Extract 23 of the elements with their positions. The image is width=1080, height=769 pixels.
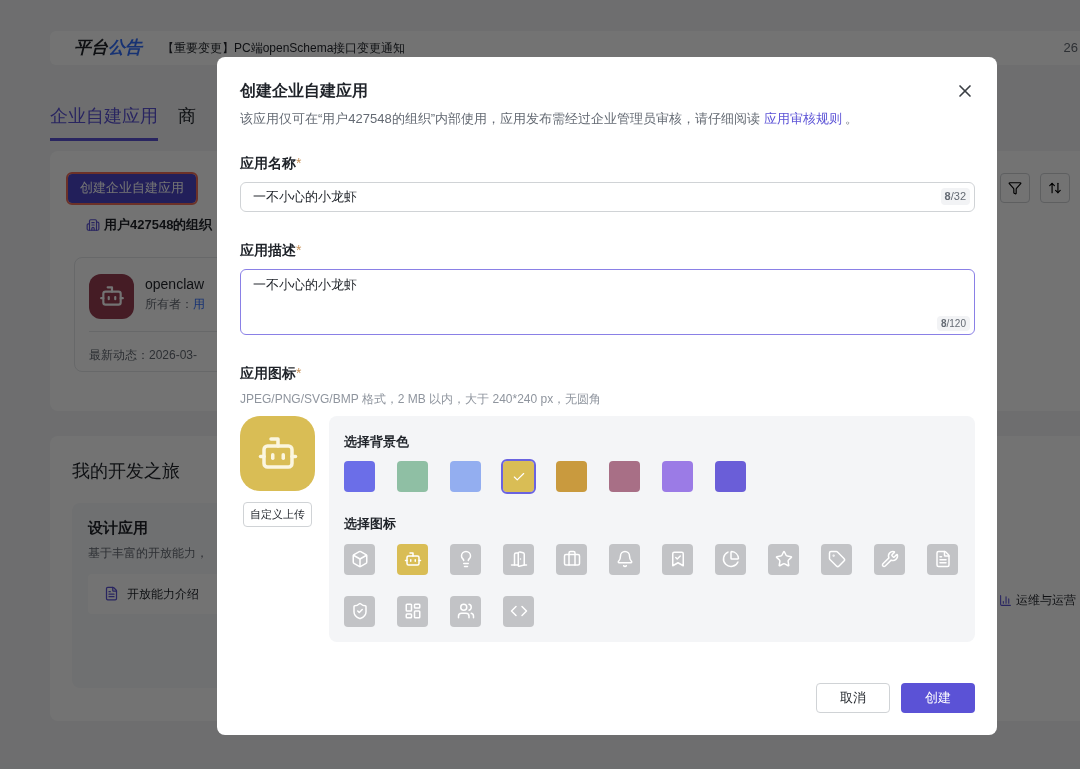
field-label: 应用图标 (240, 363, 296, 383)
input-value: 一不小心的小龙虾 (253, 275, 358, 294)
announcement-title: 平台 (74, 37, 108, 60)
dialog-title: 创建企业自建应用 (240, 81, 368, 101)
latest-activity: 最新动态：2026-03- (89, 347, 198, 362)
dialog-subtitle: 该应用仅可在“用户427548的组织”内部使用，应用发布需经过企业管理员审核，请仔细阅读 应用审核规则 。 (240, 110, 860, 128)
owner-label: 所有者： (145, 295, 193, 313)
card-title: 设计应用 (88, 518, 148, 538)
app-name: openclaw (145, 274, 205, 294)
character-counter: 8/120 (936, 315, 970, 331)
announcement-date: 26 (1063, 39, 1079, 58)
required-mark: * (296, 240, 302, 260)
input-value: 一不小心的小龙虾 (253, 187, 358, 206)
required-mark: * (296, 153, 302, 173)
journey-title: 我的开发之旅 (72, 460, 180, 483)
character-counter: 8/32 (940, 188, 970, 205)
announcement-title: 公告 (108, 37, 142, 60)
section-title: 选择背景色 (344, 432, 410, 451)
required-mark: * (296, 363, 302, 383)
section-title: 选择图标 (344, 515, 397, 533)
field-label: 应用描述 (240, 240, 296, 260)
icon-hint: JPEG/PNG/SVG/BMP 格式，2 MB 以内，大于 240*240 px，无圆角 (240, 390, 603, 408)
field-label: 应用名称 (240, 153, 296, 173)
